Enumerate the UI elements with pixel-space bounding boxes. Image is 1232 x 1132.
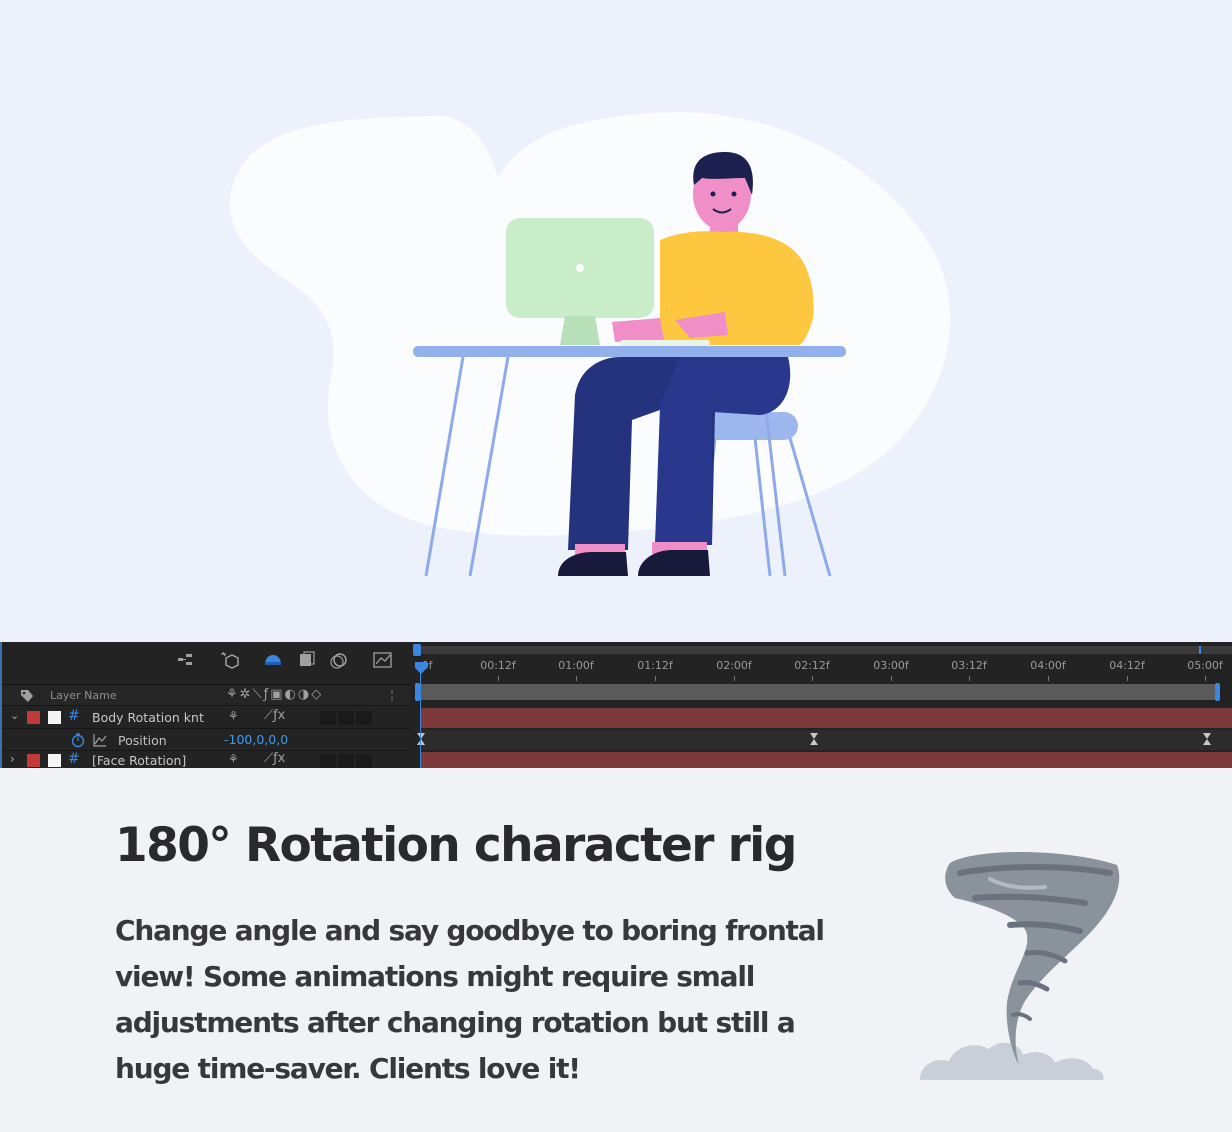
feature-headline: 180° Rotation character rig [115, 818, 797, 873]
ruler-label: 04:00f [1030, 659, 1066, 672]
playhead-line [420, 664, 421, 768]
ruler-label: 01:12f [637, 659, 673, 672]
layers-panel: Layer Name ⚘✲⟍ƒ▣◐◑◇ ¦ ⌄ # Body Rotation … [0, 642, 413, 768]
composition-duration-bar[interactable] [415, 684, 1219, 700]
ruler-label: 02:12f [794, 659, 830, 672]
color-square [48, 711, 61, 724]
layer-bar-body-rotation[interactable] [420, 708, 1232, 728]
work-area-start-handle[interactable] [413, 644, 421, 656]
chevron-right-icon[interactable]: › [10, 752, 15, 766]
left-shoe [558, 552, 628, 576]
ae-timeline-panel: Layer Name ⚘✲⟍ƒ▣◐◑◇ ¦ ⌄ # Body Rotation … [0, 642, 1232, 768]
ruler-label: 03:12f [951, 659, 987, 672]
tag-icon[interactable] [20, 689, 34, 703]
layer-name[interactable]: [Face Rotation] [92, 753, 186, 768]
property-name: Position [118, 733, 167, 748]
feature-body-text: Change angle and say goodbye to boring f… [115, 914, 825, 1085]
draft-3d-icon[interactable] [220, 650, 242, 670]
column-divider: ¦ [390, 688, 395, 702]
color-square [48, 754, 61, 767]
feature-description: 180° Rotation character rig Change angle… [0, 768, 1232, 1132]
cloud [920, 1042, 1104, 1080]
layer-row-body-rotation[interactable]: ⌄ # Body Rotation knt ⚘ ⟋ƒx [2, 707, 413, 729]
character-illustration [0, 0, 1232, 642]
layer-name[interactable]: Body Rotation knt [92, 710, 204, 725]
ruler-label: 04:12f [1109, 659, 1145, 672]
graph-icon[interactable] [92, 732, 108, 748]
layer-bar-face-rotation[interactable] [420, 752, 1232, 768]
switch-box[interactable] [338, 754, 354, 768]
right-shoe [638, 550, 710, 576]
layer-row-face-rotation[interactable]: › # [Face Rotation] ⚘ ⟋ƒx [2, 751, 413, 768]
switches-column-icons: ⚘✲⟍ƒ▣◐◑◇ [226, 687, 324, 702]
keyframe-icon[interactable] [808, 732, 820, 746]
ruler-tick [1127, 676, 1128, 681]
duration-end-handle[interactable] [1215, 683, 1220, 701]
ruler-tick [1205, 676, 1206, 681]
ruler-tick [734, 676, 735, 681]
timeline-track-area[interactable]: 0f 00:12f 01:00f 01:12f 02:00f 02:12f 03… [411, 642, 1232, 768]
shy-switch-icon[interactable]: ⚘ [228, 752, 239, 766]
ruler-tick [576, 676, 577, 681]
ruler-tick [498, 676, 499, 681]
composition-flowchart-icon[interactable] [176, 650, 198, 670]
ruler-tick [812, 676, 813, 681]
desk-top [413, 346, 846, 357]
quality-fx-switches[interactable]: ⟋ƒx [264, 751, 285, 766]
ruler-tick [1048, 676, 1049, 681]
property-value[interactable]: -100,0,0,0 [224, 732, 288, 747]
ruler-label: 00:12f [480, 659, 516, 672]
playhead-icon[interactable] [414, 661, 428, 675]
switch-box[interactable] [338, 711, 354, 725]
property-track [420, 730, 1232, 750]
frame-blending-icon[interactable] [296, 650, 318, 670]
ruler-label: 03:00f [873, 659, 909, 672]
work-area-bar[interactable] [413, 646, 1232, 654]
switch-box[interactable] [320, 754, 336, 768]
shy-switch-icon[interactable]: ⚘ [228, 709, 239, 723]
chevron-down-icon[interactable]: ⌄ [10, 709, 19, 722]
ruler-label: 01:00f [558, 659, 594, 672]
ruler-tick [655, 676, 656, 681]
man-at-computer-illustration [229, 112, 951, 577]
ruler-label: 05:00f [1187, 659, 1223, 672]
tornado-icon [920, 851, 1120, 1080]
ruler-tick [891, 676, 892, 681]
work-area-end-marker [1199, 646, 1201, 654]
switch-box[interactable] [320, 711, 336, 725]
layer-column-header: Layer Name ⚘✲⟍ƒ▣◐◑◇ ¦ [2, 684, 413, 706]
graph-editor-icon[interactable] [372, 650, 394, 670]
null-hash-icon: # [68, 708, 80, 724]
ruler-tick [969, 676, 970, 681]
keyboard [620, 340, 710, 346]
property-row-position[interactable]: Position -100,0,0,0 [2, 729, 413, 751]
ruler-label: 02:00f [716, 659, 752, 672]
switch-box[interactable] [356, 711, 372, 725]
null-hash-icon: # [68, 751, 80, 767]
stopwatch-icon[interactable] [70, 732, 86, 748]
layer-name-column-label[interactable]: Layer Name [50, 689, 117, 702]
quality-fx-switches[interactable]: ⟋ƒx [264, 708, 285, 723]
switch-box[interactable] [356, 754, 372, 768]
keyframe-icon[interactable] [415, 732, 427, 746]
shy-layers-icon[interactable] [262, 650, 284, 670]
label-color-swatch[interactable] [27, 754, 40, 767]
keyframe-icon[interactable] [1201, 732, 1213, 746]
motion-blur-icon[interactable] [328, 650, 350, 670]
label-color-swatch[interactable] [27, 711, 40, 724]
